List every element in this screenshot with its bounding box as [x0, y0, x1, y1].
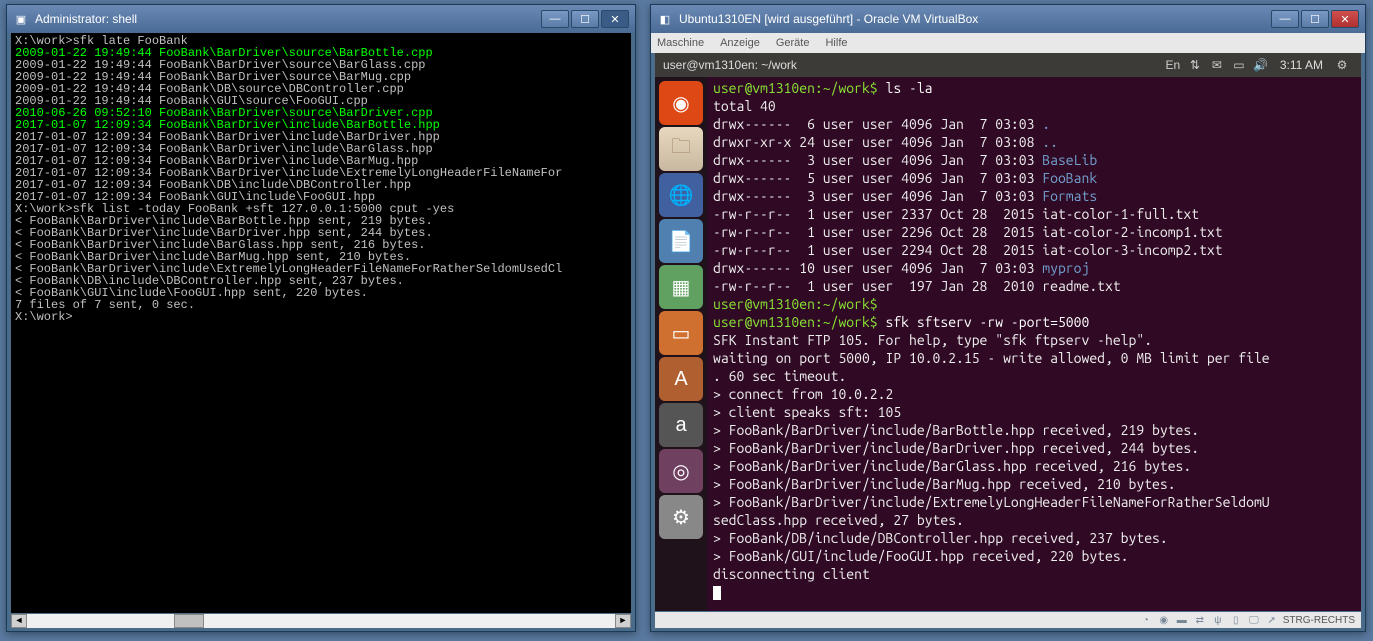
cursor	[713, 586, 721, 600]
settings-icon[interactable]: ⚙	[659, 495, 703, 539]
maximize-button[interactable]: ☐	[571, 10, 599, 28]
display-icon: 🖵	[1247, 613, 1261, 627]
term-line: total 40	[713, 97, 1355, 115]
close-button[interactable]: ✕	[1331, 10, 1359, 28]
calc-icon[interactable]: ▦	[659, 265, 703, 309]
scroll-left-button[interactable]: ◄	[11, 614, 27, 628]
term-line: waiting on port 5000, IP 10.0.2.15 - wri…	[713, 349, 1355, 367]
mail-icon[interactable]: ✉	[1206, 58, 1228, 72]
term-line: sedClass.hpp received, 27 bytes.	[713, 511, 1355, 529]
term-line: user@vm1310en:~/work$ sfk sftserv -rw -p…	[713, 313, 1355, 331]
term-line: drwx------ 6 user user 4096 Jan 7 03:03 …	[713, 115, 1355, 133]
shared-folder-icon: ▯	[1229, 613, 1243, 627]
vbox-title: Ubuntu1310EN [wird ausgeführt] - Oracle …	[679, 12, 1271, 26]
shell-titlebar[interactable]: ▣ Administrator: shell — ☐ ✕	[7, 5, 635, 33]
unity-launcher: ◉🗀🌐📄▦▭Aa◎⚙	[655, 77, 707, 611]
mouse-capture-icon: ➚	[1265, 613, 1279, 627]
menu-item[interactable]: Hilfe	[825, 37, 847, 49]
horizontal-scrollbar[interactable]: ◄ ►	[11, 614, 631, 628]
term-line: user@vm1310en:~/work$ ls -la	[713, 79, 1355, 97]
minimize-button[interactable]: —	[1271, 10, 1299, 28]
keyboard-indicator[interactable]: En	[1162, 58, 1184, 72]
term-line: drwx------ 10 user user 4096 Jan 7 03:03…	[713, 259, 1355, 277]
sound-icon[interactable]: 🔊	[1250, 58, 1272, 72]
term-line: > FooBank/BarDriver/include/BarMug.hpp r…	[713, 475, 1355, 493]
cd-icon: ◉	[1157, 613, 1171, 627]
writer-icon[interactable]: 📄	[659, 219, 703, 263]
gear-icon[interactable]: ⚙	[1331, 58, 1353, 72]
firefox-icon[interactable]: 🌐	[659, 173, 703, 217]
term-line: > FooBank/GUI/include/FooGUI.hpp receive…	[713, 547, 1355, 565]
ubuntu-top-panel: user@vm1310en: ~/work En ⇅ ✉ ▭ 🔊 3:11 AM…	[655, 53, 1361, 77]
term-line: . 60 sec timeout.	[713, 367, 1355, 385]
terminal-window-title: user@vm1310en: ~/work	[663, 58, 797, 72]
music-icon[interactable]: ◎	[659, 449, 703, 493]
term-line: SFK Instant FTP 105. For help, type "sfk…	[713, 331, 1355, 349]
net-icon: ⇄	[1193, 613, 1207, 627]
vbox-titlebar[interactable]: ◧ Ubuntu1310EN [wird ausgeführt] - Oracl…	[651, 5, 1365, 33]
shell-terminal[interactable]: X:\work>sfk late FooBank2009-01-22 19:49…	[11, 33, 631, 613]
menu-item[interactable]: Anzeige	[720, 37, 760, 49]
hd-activity-icon: ◔	[1139, 613, 1153, 627]
term-line: > connect from 10.0.2.2	[713, 385, 1355, 403]
term-line: > FooBank/BarDriver/include/ExtremelyLon…	[713, 493, 1355, 511]
shell-line: 7 files of 7 sent, 0 sec.	[15, 299, 627, 311]
dash-icon[interactable]: ◉	[659, 81, 703, 125]
guest-screen: user@vm1310en: ~/work En ⇅ ✉ ▭ 🔊 3:11 AM…	[655, 53, 1361, 611]
network-icon[interactable]: ⇅	[1184, 58, 1206, 72]
scroll-right-button[interactable]: ►	[615, 614, 631, 628]
scroll-track[interactable]	[27, 614, 615, 628]
scroll-thumb[interactable]	[174, 614, 204, 628]
term-line: drwxr-xr-x 24 user user 4096 Jan 7 03:08…	[713, 133, 1355, 151]
term-line: user@vm1310en:~/work$	[713, 295, 1355, 313]
clock[interactable]: 3:11 AM	[1280, 58, 1323, 72]
term-line: > FooBank/DB/include/DBController.hpp re…	[713, 529, 1355, 547]
cmd-icon: ▣	[13, 11, 29, 27]
term-line: -rw-r--r-- 1 user user 2337 Oct 28 2015 …	[713, 205, 1355, 223]
usb-icon: ψ	[1211, 613, 1225, 627]
host-key-label: STRG-RECHTS	[1283, 615, 1355, 626]
menu-item[interactable]: Maschine	[657, 37, 704, 49]
files-icon[interactable]: 🗀	[659, 127, 703, 171]
vbox-icon: ◧	[657, 11, 673, 27]
term-line: drwx------ 5 user user 4096 Jan 7 03:03 …	[713, 169, 1355, 187]
term-line: -rw-r--r-- 1 user user 2294 Oct 28 2015 …	[713, 241, 1355, 259]
disk-icon: ▬	[1175, 613, 1189, 627]
ubuntu-terminal[interactable]: user@vm1310en:~/work$ ls -latotal 40drwx…	[707, 77, 1361, 611]
shell-title: Administrator: shell	[35, 12, 541, 26]
software-center-icon[interactable]: A	[659, 357, 703, 401]
amazon-icon[interactable]: a	[659, 403, 703, 447]
shell-window: ▣ Administrator: shell — ☐ ✕ X:\work>sfk…	[6, 4, 636, 632]
term-line: drwx------ 3 user user 4096 Jan 7 03:03 …	[713, 187, 1355, 205]
term-line: > FooBank/BarDriver/include/BarGlass.hpp…	[713, 457, 1355, 475]
term-line	[713, 583, 1355, 601]
vbox-statusbar: ◔ ◉ ▬ ⇄ ψ ▯ 🖵 ➚ STRG-RECHTS	[655, 612, 1361, 628]
minimize-button[interactable]: —	[541, 10, 569, 28]
impress-icon[interactable]: ▭	[659, 311, 703, 355]
term-line: > client speaks sft: 105	[713, 403, 1355, 421]
term-line: disconnecting client	[713, 565, 1355, 583]
term-line: drwx------ 3 user user 4096 Jan 7 03:03 …	[713, 151, 1355, 169]
menu-item[interactable]: Geräte	[776, 37, 810, 49]
virtualbox-window: ◧ Ubuntu1310EN [wird ausgeführt] - Oracl…	[650, 4, 1366, 632]
close-button[interactable]: ✕	[601, 10, 629, 28]
term-line: -rw-r--r-- 1 user user 2296 Oct 28 2015 …	[713, 223, 1355, 241]
term-line: > FooBank/BarDriver/include/BarBottle.hp…	[713, 421, 1355, 439]
maximize-button[interactable]: ☐	[1301, 10, 1329, 28]
term-line: > FooBank/BarDriver/include/BarDriver.hp…	[713, 439, 1355, 457]
vbox-menubar: Maschine Anzeige Geräte Hilfe	[651, 33, 1365, 53]
term-line: -rw-r--r-- 1 user user 197 Jan 28 2010 r…	[713, 277, 1355, 295]
battery-icon[interactable]: ▭	[1228, 58, 1250, 72]
shell-line: X:\work>	[15, 311, 627, 323]
